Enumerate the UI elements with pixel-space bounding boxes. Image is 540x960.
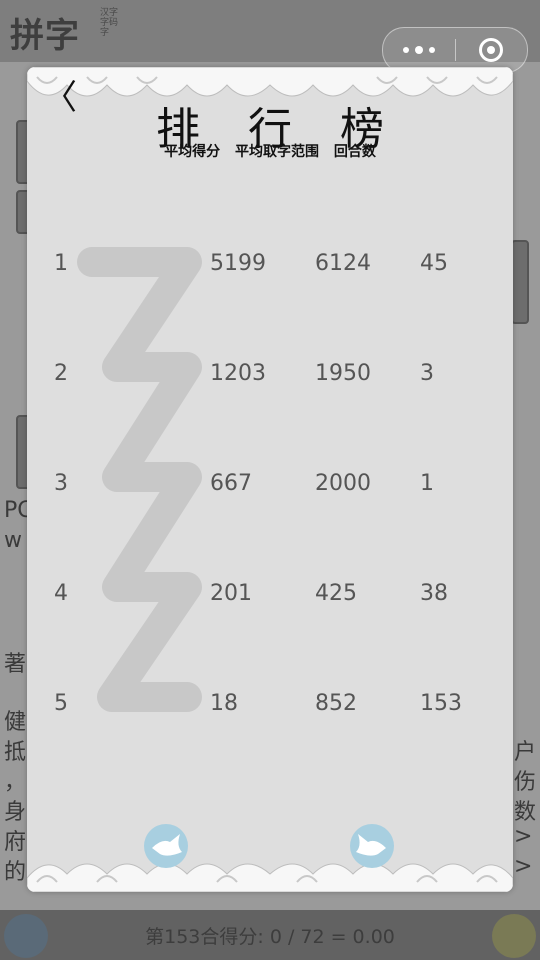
score-cell: 1203 (210, 361, 266, 386)
background-text: > (514, 854, 533, 879)
app-logo-subtitle: 汉字字码字 (100, 8, 119, 38)
app-logo: 拼字 (10, 16, 80, 56)
background-text: 身 (4, 800, 27, 825)
background-text: 健 (4, 710, 27, 735)
score-cell: 5199 (210, 251, 266, 276)
capsule-divider (455, 39, 456, 61)
more-dots-icon[interactable] (383, 28, 455, 72)
bird-right-icon (356, 834, 386, 856)
rounds-cell: 45 (420, 251, 448, 276)
background-score-line: 第153合得分: 0 / 72 = 0.00 (145, 926, 395, 948)
background-text: 的 (4, 860, 27, 885)
rank-cell: 2 (54, 361, 68, 386)
background-text: 数 (514, 800, 537, 825)
range-cell: 1950 (315, 361, 371, 386)
rounds-cell: 1 (420, 471, 434, 496)
table-row: 1 5199 6124 45 (27, 247, 513, 287)
table-row: 4 201 425 38 (27, 577, 513, 617)
background-text: w (4, 528, 22, 553)
rounds-cell: 38 (420, 581, 448, 606)
range-cell: 2000 (315, 471, 371, 496)
rounds-cell: 153 (420, 691, 462, 716)
rank-cell: 5 (54, 691, 68, 716)
header-rounds: 回合数 (333, 144, 376, 160)
rank-cell: 3 (54, 471, 68, 496)
prev-page-button[interactable] (144, 824, 188, 868)
background-text: 著 (4, 652, 27, 677)
background-text: 府 (4, 830, 27, 855)
table-row: 2 1203 1950 3 (27, 357, 513, 397)
score-cell: 201 (210, 581, 252, 606)
table-row: 5 18 852 153 (27, 687, 513, 727)
rank-cell: 1 (54, 251, 68, 276)
rank-cell: 4 (54, 581, 68, 606)
bird-left-icon (152, 834, 182, 856)
score-cell: 18 (210, 691, 238, 716)
target-close-icon[interactable] (479, 38, 503, 62)
table-row: 3 667 2000 1 (27, 467, 513, 507)
bottom-ornament (27, 863, 513, 892)
header-avg-score: 平均得分 (164, 144, 221, 160)
background-text: 抵 (4, 740, 27, 765)
range-cell: 6124 (315, 251, 371, 276)
rounds-cell: 3 (420, 361, 434, 386)
background-text: > (514, 824, 533, 849)
column-headers: 平均得分 平均取字范围 回合数 (27, 141, 513, 161)
background-tile (511, 240, 529, 324)
leaderboard-modal: 〈 排行榜 平均得分 平均取字范围 回合数 1 5199 6124 45 2 1… (27, 67, 513, 892)
score-cell: 667 (210, 471, 252, 496)
next-page-button[interactable] (350, 824, 394, 868)
header-avg-range: 平均取字范围 (235, 144, 319, 160)
background-text: 户 (514, 740, 537, 765)
range-cell: 852 (315, 691, 357, 716)
range-cell: 425 (315, 581, 357, 606)
background-text: 伤 (514, 770, 537, 795)
background-text: ， (4, 770, 27, 795)
